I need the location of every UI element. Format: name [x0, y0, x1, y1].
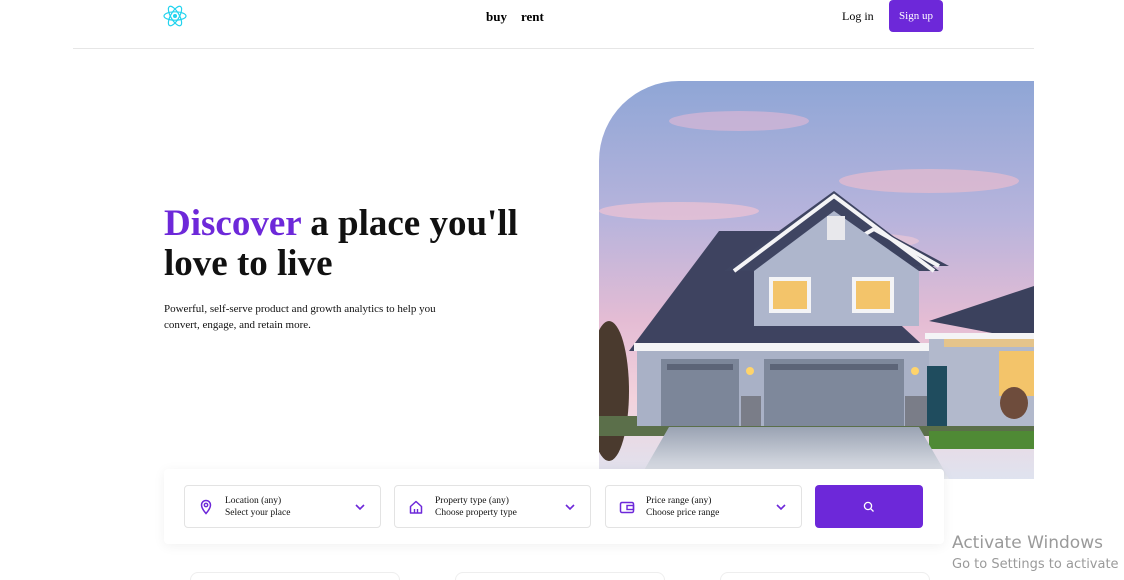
- house-icon: [409, 500, 423, 514]
- hero-title-accent: Discover: [164, 203, 301, 244]
- chevron-down-icon: [355, 504, 365, 511]
- main-nav: buy rent: [486, 9, 544, 25]
- price-range-select[interactable]: Price range (any) Choose price range: [605, 485, 802, 528]
- location-label: Location (any): [225, 496, 282, 506]
- windows-activation-watermark: Activate Windows Go to Settings to activ…: [952, 533, 1119, 574]
- wallet-icon: [619, 501, 635, 514]
- login-link[interactable]: Log in: [842, 9, 874, 24]
- header-divider: [73, 48, 1034, 49]
- property-type-value: Choose property type: [435, 508, 517, 518]
- chevron-down-icon: [776, 504, 786, 511]
- search-icon: [863, 501, 874, 512]
- location-value: Select your place: [225, 508, 291, 518]
- price-range-label: Price range (any): [646, 496, 712, 506]
- hero-house-image: [599, 81, 1034, 479]
- nav-rent-link[interactable]: rent: [521, 9, 544, 25]
- location-select[interactable]: Location (any) Select your place: [184, 485, 381, 528]
- property-type-select[interactable]: Property type (any) Choose property type: [394, 485, 591, 528]
- property-search-panel: Location (any) Select your place Propert…: [164, 469, 944, 544]
- hero-title: Discover a place you'll love to live: [164, 204, 584, 284]
- signup-button[interactable]: Sign up: [889, 0, 943, 32]
- react-logo-icon[interactable]: [163, 4, 187, 28]
- hero-description: Powerful, self-serve product and growth …: [164, 303, 436, 331]
- chevron-down-icon: [565, 504, 575, 511]
- property-card[interactable]: [455, 572, 665, 580]
- property-card[interactable]: [720, 572, 930, 580]
- property-type-select-text: Property type (any) Choose property type: [435, 495, 517, 519]
- location-select-text: Location (any) Select your place: [225, 495, 290, 519]
- price-range-value: Choose price range: [646, 508, 720, 518]
- property-card[interactable]: [190, 572, 400, 580]
- location-pin-icon: [200, 499, 212, 515]
- property-type-label: Property type (any): [435, 496, 509, 506]
- activation-title: Activate Windows: [952, 533, 1103, 553]
- nav-buy-link[interactable]: buy: [486, 9, 507, 25]
- search-button[interactable]: [815, 485, 923, 528]
- price-range-select-text: Price range (any) Choose price range: [646, 495, 719, 519]
- activation-subtitle: Go to Settings to activate: [952, 557, 1119, 572]
